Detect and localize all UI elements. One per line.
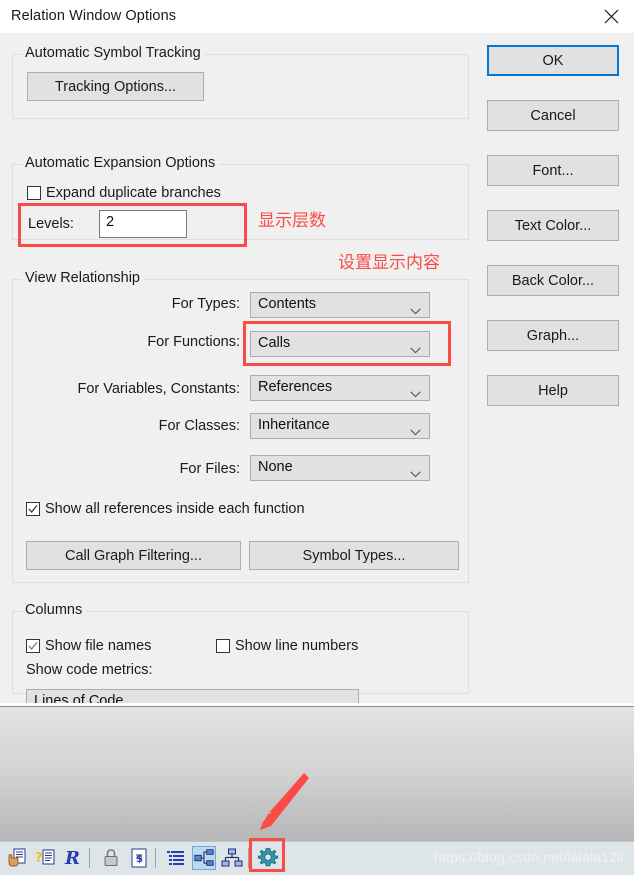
tracking-options-button[interactable]: Tracking Options... <box>27 72 204 101</box>
for-files-value: None <box>258 459 293 475</box>
show-line-numbers-label: Show line numbers <box>235 638 359 654</box>
show-code-metrics-label: Show code metrics: <box>26 662 153 678</box>
for-types-label: For Types: <box>171 296 240 312</box>
show-file-names-checkbox[interactable]: Show file names <box>26 638 151 654</box>
back-color-button[interactable]: Back Color... <box>487 265 619 296</box>
graph-button[interactable]: Graph... <box>487 320 619 351</box>
toolbar-separator <box>155 848 156 868</box>
ok-button[interactable]: OK <box>487 45 619 76</box>
watermark-text: https://blog.csdn.net/lalala12ll <box>433 849 624 865</box>
group-title-expansion: Automatic Expansion Options <box>22 155 220 171</box>
question-document-icon[interactable]: ? <box>34 846 58 870</box>
text-color-button[interactable]: Text Color... <box>487 210 619 241</box>
levels-input[interactable]: 2 <box>99 210 187 238</box>
close-button[interactable] <box>588 0 634 33</box>
relation-graph-icon[interactable] <box>192 846 216 870</box>
document-refresh-icon[interactable]: $ <box>127 846 151 870</box>
toolbar-separator <box>248 848 249 868</box>
content-annotation: 设置显示内容 <box>338 253 440 273</box>
for-types-dropdown[interactable]: Contents <box>250 292 430 318</box>
show-all-references-label: Show all references inside each function <box>45 501 305 517</box>
for-files-dropdown[interactable]: None <box>250 455 430 481</box>
r-letter-icon[interactable]: R <box>62 846 86 870</box>
for-classes-value: Inheritance <box>258 417 330 433</box>
chevron-down-icon <box>410 423 421 436</box>
chevron-down-icon <box>410 385 421 398</box>
for-functions-label: For Functions: <box>147 334 240 350</box>
for-classes-dropdown[interactable]: Inheritance <box>250 413 430 439</box>
levels-label: Levels: <box>28 216 74 232</box>
gear-settings-icon[interactable] <box>256 846 280 870</box>
for-files-label: For Files: <box>179 461 240 477</box>
hand-document-icon[interactable] <box>6 846 30 870</box>
check-icon <box>28 641 38 651</box>
svg-text:R: R <box>64 848 80 869</box>
for-variables-constants-label: For Variables, Constants: <box>77 381 240 397</box>
check-icon <box>28 504 38 514</box>
for-variables-constants-value: References <box>258 379 333 395</box>
levels-value: 2 <box>106 214 115 230</box>
list-view-icon[interactable] <box>164 846 188 870</box>
levels-annotation: 显示层数 <box>258 211 326 231</box>
hierarchy-tree-icon[interactable] <box>220 846 244 870</box>
show-all-references-checkbox[interactable]: Show all references inside each function <box>26 501 305 517</box>
checkbox-box <box>216 639 230 653</box>
font-button[interactable]: Font... <box>487 155 619 186</box>
help-button[interactable]: Help <box>487 375 619 406</box>
title-bar: Relation Window Options <box>0 0 634 33</box>
svg-text:?: ? <box>35 851 43 866</box>
call-graph-filtering-button[interactable]: Call Graph Filtering... <box>26 541 241 570</box>
for-types-value: Contents <box>258 296 317 312</box>
lock-icon[interactable] <box>99 846 123 870</box>
for-functions-value: Calls <box>258 335 291 351</box>
for-classes-label: For Classes: <box>158 418 240 434</box>
show-line-numbers-checkbox[interactable]: Show line numbers <box>216 638 358 654</box>
for-variables-constants-dropdown[interactable]: References <box>250 375 430 401</box>
chevron-down-icon <box>410 341 421 354</box>
checkbox-box <box>26 502 40 516</box>
group-title-view-relationship: View Relationship <box>22 270 144 286</box>
cancel-button[interactable]: Cancel <box>487 100 619 131</box>
relation-window-options-dialog: Relation Window Options Automatic Symbol… <box>0 0 634 716</box>
application-background-area: ? R $ https://blog.csdn.net/lalala12ll <box>0 703 634 875</box>
group-title-tracking: Automatic Symbol Tracking <box>22 45 205 61</box>
checkbox-box <box>26 639 40 653</box>
chevron-down-icon <box>410 465 421 478</box>
symbol-types-button[interactable]: Symbol Types... <box>249 541 459 570</box>
expand-duplicate-branches-label: Expand duplicate branches <box>46 185 221 201</box>
for-functions-dropdown[interactable]: Calls <box>250 331 430 357</box>
window-title: Relation Window Options <box>11 8 177 24</box>
close-icon <box>604 9 619 24</box>
relation-window-canvas <box>0 706 634 842</box>
svg-text:$: $ <box>136 854 143 865</box>
show-file-names-label: Show file names <box>45 638 152 654</box>
toolbar-separator <box>89 848 90 868</box>
group-title-columns: Columns <box>22 602 87 618</box>
automatic-expansion-options-group: Automatic Expansion Options <box>12 155 469 240</box>
chevron-down-icon <box>410 302 421 315</box>
checkbox-box <box>27 186 41 200</box>
expand-duplicate-branches-checkbox[interactable]: Expand duplicate branches <box>27 185 221 201</box>
